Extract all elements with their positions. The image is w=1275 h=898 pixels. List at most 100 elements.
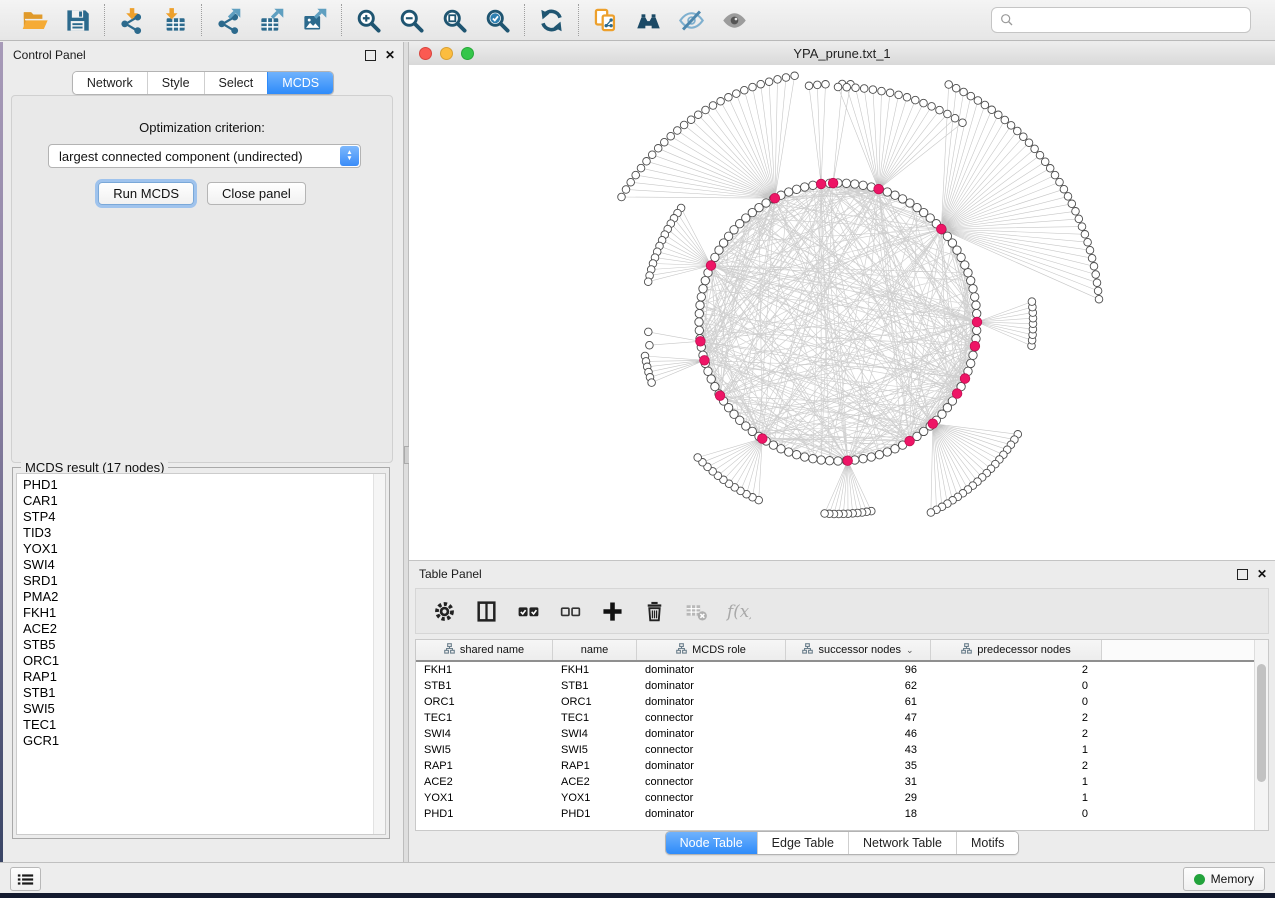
table-cell[interactable]: dominator	[637, 806, 786, 822]
table-cell[interactable]: FKH1	[553, 662, 637, 678]
table-cell[interactable]: 2	[931, 726, 1102, 742]
table-row[interactable]: YOX1YOX1connector291	[416, 790, 1268, 806]
result-list-scrollbar[interactable]	[373, 474, 385, 834]
table-cell[interactable]: RAP1	[553, 758, 637, 774]
network-canvas[interactable]	[409, 65, 1275, 560]
deselect-all-icon[interactable]	[558, 599, 583, 624]
table-cell[interactable]: dominator	[637, 678, 786, 694]
tab-style[interactable]: Style	[147, 72, 204, 94]
table-cell[interactable]: 29	[786, 790, 931, 806]
zoom-selected-icon[interactable]	[484, 7, 511, 34]
mcds-result-list[interactable]: PHD1CAR1STP4TID3YOX1SWI4SRD1PMA2FKH1ACE2…	[16, 473, 386, 835]
result-list-item[interactable]: TID3	[17, 525, 385, 541]
tab-select[interactable]: Select	[204, 72, 268, 94]
memory-button[interactable]: Memory	[1183, 867, 1265, 891]
first-neighbors-icon[interactable]	[635, 7, 662, 34]
table-cell[interactable]: 18	[786, 806, 931, 822]
result-list-item[interactable]: PMA2	[17, 589, 385, 605]
table-cell[interactable]: connector	[637, 710, 786, 726]
table-cell[interactable]: dominator	[637, 726, 786, 742]
result-list-item[interactable]: SRD1	[17, 573, 385, 589]
zoom-in-icon[interactable]	[355, 7, 382, 34]
settings-gear-icon[interactable]	[432, 599, 457, 624]
tab-node-table[interactable]: Node Table	[666, 832, 757, 854]
table-cell[interactable]: ACE2	[416, 774, 553, 790]
table-row[interactable]: ACE2ACE2connector311	[416, 774, 1268, 790]
table-cell[interactable]: ORC1	[553, 694, 637, 710]
column-header-MCDS-role[interactable]: MCDS role	[637, 640, 786, 660]
table-cell[interactable]: 46	[786, 726, 931, 742]
result-list-item[interactable]: RAP1	[17, 669, 385, 685]
table-cell[interactable]: 47	[786, 710, 931, 726]
table-cell[interactable]: 31	[786, 774, 931, 790]
save-session-icon[interactable]	[64, 7, 91, 34]
table-cell[interactable]: SWI4	[553, 726, 637, 742]
zoom-fit-icon[interactable]	[441, 7, 468, 34]
table-cell[interactable]: 35	[786, 758, 931, 774]
result-list-item[interactable]: ACE2	[17, 621, 385, 637]
table-cell[interactable]: 1	[931, 742, 1102, 758]
result-list-item[interactable]: SWI5	[17, 701, 385, 717]
table-row[interactable]: SWI5SWI5connector431	[416, 742, 1268, 758]
hide-selected-icon[interactable]	[678, 7, 705, 34]
column-header-successor-nodes[interactable]: successor nodes⌄	[786, 640, 931, 660]
tab-motifs[interactable]: Motifs	[956, 832, 1018, 854]
import-table-icon[interactable]	[161, 7, 188, 34]
table-cell[interactable]: 2	[931, 758, 1102, 774]
delete-row-icon[interactable]	[642, 599, 667, 624]
select-all-icon[interactable]	[516, 599, 541, 624]
export-network-icon[interactable]	[215, 7, 242, 34]
table-row[interactable]: ORC1ORC1dominator610	[416, 694, 1268, 710]
clone-network-icon[interactable]	[592, 7, 619, 34]
table-scrollbar-thumb[interactable]	[1257, 664, 1266, 782]
column-header-shared-name[interactable]: shared name	[416, 640, 553, 660]
toggle-column-icon[interactable]	[474, 599, 499, 624]
optimization-criterion-select[interactable]: largest connected component (undirected)…	[48, 144, 361, 168]
run-mcds-button[interactable]: Run MCDS	[98, 182, 194, 205]
table-cell[interactable]: FKH1	[416, 662, 553, 678]
tab-mcds[interactable]: MCDS	[267, 72, 333, 94]
table-cell[interactable]: 0	[931, 806, 1102, 822]
result-list-item[interactable]: PHD1	[17, 477, 385, 493]
table-cell[interactable]: 62	[786, 678, 931, 694]
add-row-icon[interactable]	[600, 599, 625, 624]
table-cell[interactable]: YOX1	[553, 790, 637, 806]
table-cell[interactable]: dominator	[637, 758, 786, 774]
export-table-icon[interactable]	[258, 7, 285, 34]
export-image-icon[interactable]	[301, 7, 328, 34]
import-network-icon[interactable]	[118, 7, 145, 34]
table-cell[interactable]: connector	[637, 790, 786, 806]
table-scrollbar[interactable]	[1254, 640, 1268, 830]
result-list-item[interactable]: TEC1	[17, 717, 385, 733]
column-header-predecessor-nodes[interactable]: predecessor nodes	[931, 640, 1102, 660]
table-row[interactable]: TEC1TEC1connector472	[416, 710, 1268, 726]
table-cell[interactable]: 1	[931, 774, 1102, 790]
table-cell[interactable]: 2	[931, 710, 1102, 726]
table-cell[interactable]: SWI5	[416, 742, 553, 758]
table-cell[interactable]: 0	[931, 694, 1102, 710]
close-panel-icon[interactable]: ✕	[385, 50, 395, 60]
search-box[interactable]	[991, 7, 1251, 33]
result-list-item[interactable]: ORC1	[17, 653, 385, 669]
result-list-item[interactable]: STB1	[17, 685, 385, 701]
result-list-item[interactable]: SWI4	[17, 557, 385, 573]
table-row[interactable]: PHD1PHD1dominator180	[416, 806, 1268, 822]
result-list-item[interactable]: FKH1	[17, 605, 385, 621]
table-cell[interactable]: 1	[931, 790, 1102, 806]
close-table-panel-icon[interactable]: ✕	[1257, 569, 1267, 579]
table-cell[interactable]: ORC1	[416, 694, 553, 710]
table-cell[interactable]: SWI4	[416, 726, 553, 742]
table-row[interactable]: STB1STB1dominator620	[416, 678, 1268, 694]
float-panel-icon[interactable]	[365, 50, 376, 61]
table-row[interactable]: FKH1FKH1dominator962	[416, 662, 1268, 678]
table-cell[interactable]: PHD1	[553, 806, 637, 822]
table-cell[interactable]: STB1	[553, 678, 637, 694]
table-cell[interactable]: 61	[786, 694, 931, 710]
table-cell[interactable]: dominator	[637, 662, 786, 678]
result-list-item[interactable]: YOX1	[17, 541, 385, 557]
close-panel-button[interactable]: Close panel	[207, 182, 306, 205]
table-cell[interactable]: PHD1	[416, 806, 553, 822]
column-header-name[interactable]: name	[553, 640, 637, 660]
tab-edge-table[interactable]: Edge Table	[757, 832, 848, 854]
open-file-icon[interactable]	[21, 7, 48, 34]
